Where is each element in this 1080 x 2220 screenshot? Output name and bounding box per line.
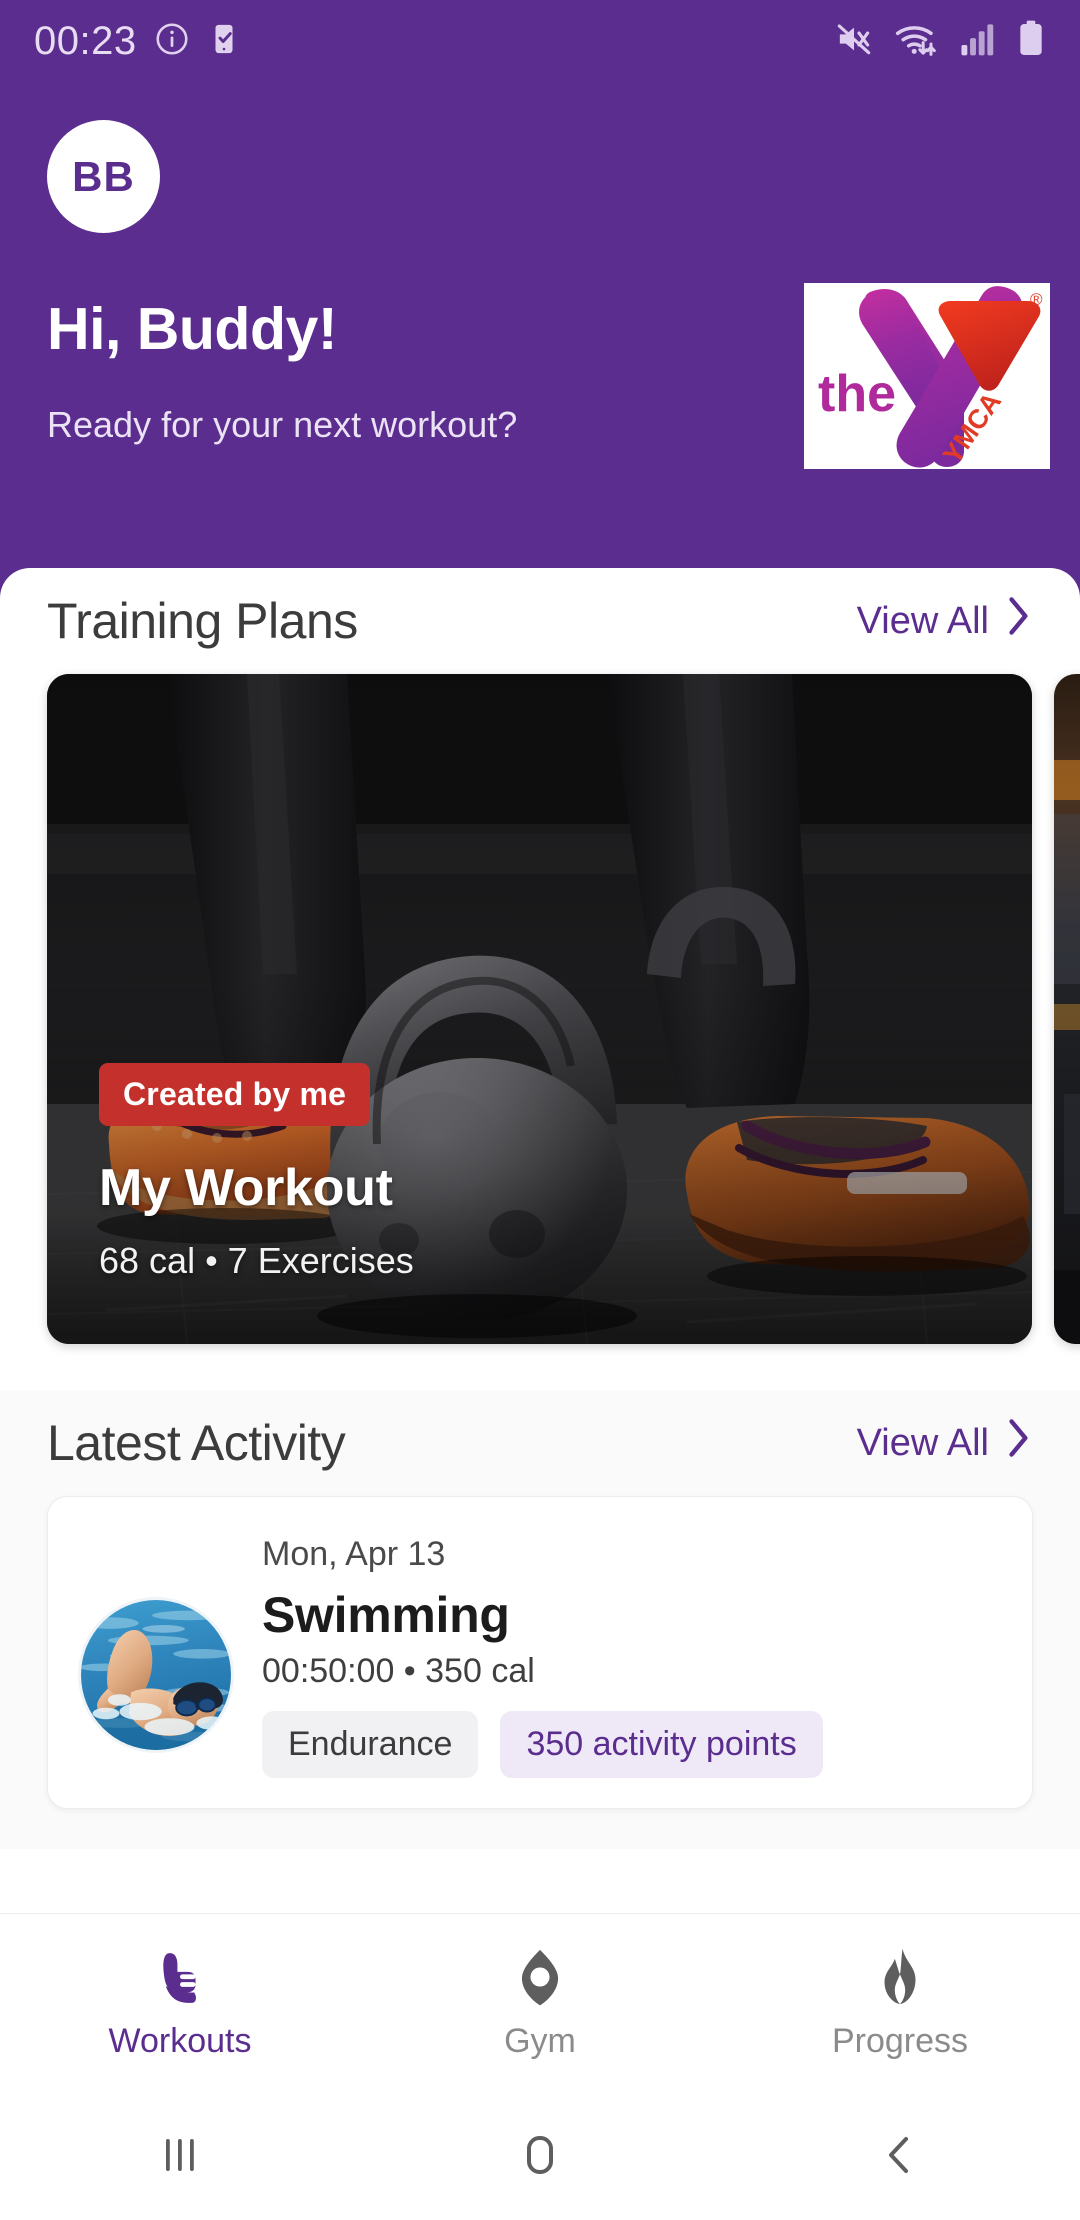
section-spacer <box>0 1344 1080 1390</box>
latest-activity-header: Latest Activity View All <box>0 1390 1080 1496</box>
view-all-label: View All <box>856 599 989 642</box>
chevron-right-icon <box>1003 1416 1033 1470</box>
status-bar: 00:23 <box>0 0 1080 82</box>
training-plan-card[interactable]: Created by me My Workout 68 cal • 7 Exer… <box>47 674 1032 1344</box>
flame-icon <box>869 1944 931 2008</box>
bottom-navigation: Workouts Gym Progress <box>0 1913 1080 2090</box>
android-navigation-bar <box>0 2090 1080 2220</box>
avatar[interactable]: BB <box>47 120 160 233</box>
card-title: My Workout <box>99 1159 393 1217</box>
nav-item-workouts[interactable]: Workouts <box>0 1944 360 2061</box>
swimmer-photo <box>78 1597 234 1753</box>
activity-tag-points: 350 activity points <box>500 1711 823 1778</box>
view-all-label: View All <box>856 1421 989 1464</box>
activity-stats: 00:50:00 • 350 cal <box>262 1652 535 1690</box>
signal-icon <box>958 20 996 63</box>
phone-screen: BB Hi, Buddy! Ready for your next workou… <box>0 0 1080 2220</box>
activity-card[interactable]: Mon, Apr 13 Swimming 00:50:00 • 350 cal … <box>47 1496 1033 1809</box>
ymca-logo[interactable]: the YMCA ® <box>804 283 1050 469</box>
app-header: BB Hi, Buddy! Ready for your next workou… <box>0 0 1080 600</box>
mute-icon <box>834 19 874 64</box>
gym-interior-photo <box>1054 674 1080 1344</box>
nav-label-progress: Progress <box>831 2021 969 2060</box>
latest-activity-view-all[interactable]: View All <box>857 1416 1033 1470</box>
nav-item-progress[interactable]: Progress <box>720 1944 1080 2061</box>
svg-text:®: ® <box>1030 290 1043 309</box>
nav-item-gym[interactable]: Gym <box>360 1944 720 2061</box>
home-icon[interactable] <box>360 2129 720 2181</box>
content-sheet: Training Plans View All Created by me My… <box>0 568 1080 1913</box>
wifi-icon <box>894 19 938 64</box>
activity-tag-type: Endurance <box>262 1711 479 1778</box>
training-plan-card-next[interactable] <box>1054 674 1080 1344</box>
card-badge: Created by me <box>99 1063 371 1126</box>
info-circle-icon <box>154 21 190 62</box>
back-icon[interactable] <box>720 2129 1080 2181</box>
training-plans-carousel[interactable]: Created by me My Workout 68 cal • 7 Exer… <box>0 674 1080 1344</box>
status-bar-right <box>834 19 1046 64</box>
latest-activity-title: Latest Activity <box>47 1415 346 1471</box>
nav-label-workouts: Workouts <box>108 2021 252 2060</box>
training-plans-header: Training Plans View All <box>0 568 1080 674</box>
nav-label-gym: Gym <box>504 2021 576 2060</box>
greeting-subtitle: Ready for your next workout? <box>47 404 518 445</box>
phone-check-icon <box>207 22 241 61</box>
svg-text:the: the <box>818 365 896 423</box>
greeting-title: Hi, Buddy! <box>47 296 337 362</box>
activity-name: Swimming <box>262 1587 510 1643</box>
recents-icon[interactable] <box>0 2129 360 2181</box>
activity-details: Mon, Apr 13 Swimming 00:50:00 • 350 cal … <box>262 1531 1002 1778</box>
latest-activity-section: Latest Activity View All Mon, Apr 13 Swi… <box>0 1390 1080 1849</box>
avatar-initials: BB <box>72 152 135 200</box>
shoe-icon <box>149 1944 211 2008</box>
chevron-right-icon <box>1003 594 1033 648</box>
activity-date: Mon, Apr 13 <box>262 1535 446 1573</box>
status-clock: 00:23 <box>34 18 137 63</box>
training-plans-title: Training Plans <box>47 593 358 649</box>
card-subtitle: 68 cal • 7 Exercises <box>99 1240 414 1281</box>
gym-marker-icon <box>509 1944 571 2008</box>
status-bar-left: 00:23 <box>34 19 241 64</box>
activity-tags: Endurance 350 activity points <box>262 1711 1002 1778</box>
battery-icon <box>1016 19 1046 64</box>
training-plans-view-all[interactable]: View All <box>857 594 1033 648</box>
